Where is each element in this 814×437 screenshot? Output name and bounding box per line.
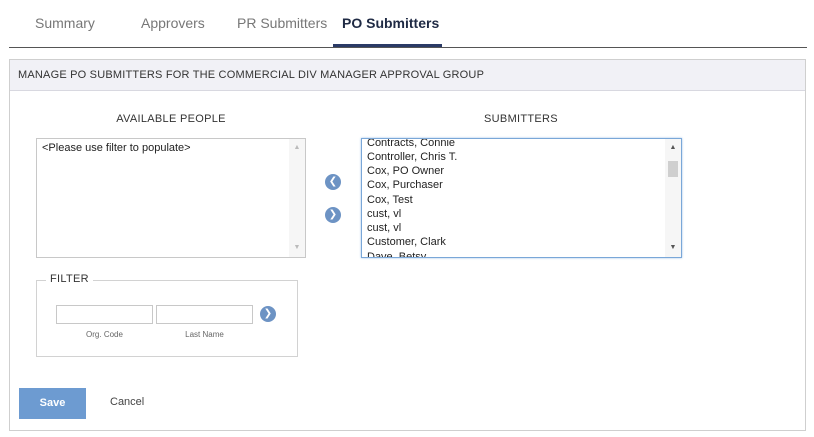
scroll-thumb[interactable] bbox=[668, 161, 678, 177]
filter-legend: FILTER bbox=[46, 273, 93, 285]
scroll-down-icon[interactable]: ▼ bbox=[289, 241, 305, 255]
submitters-scrollbar[interactable]: ▲ ▼ bbox=[665, 139, 681, 257]
available-scrollbar[interactable]: ▲ ▼ bbox=[289, 139, 305, 257]
cancel-link[interactable]: Cancel bbox=[110, 396, 144, 408]
tab-summary[interactable]: Summary bbox=[35, 12, 95, 34]
list-item[interactable]: cust, vl bbox=[367, 207, 401, 221]
submitters-title: SUBMITTERS bbox=[484, 113, 558, 125]
available-people-list[interactable]: <Please use filter to populate> ▲ ▼ bbox=[36, 138, 306, 258]
list-item[interactable]: Cox, Test bbox=[367, 193, 413, 207]
tab-po-submitters[interactable]: PO Submitters bbox=[342, 12, 439, 34]
list-item[interactable]: Cox, PO Owner bbox=[367, 164, 444, 178]
tab-approvers[interactable]: Approvers bbox=[141, 12, 205, 34]
scroll-up-icon[interactable]: ▲ bbox=[665, 141, 681, 155]
add-submitter-button[interactable]: ❯ bbox=[325, 207, 341, 223]
tab-bar: Summary Approvers PR Submitters PO Submi… bbox=[9, 0, 807, 48]
tab-pr-submitters[interactable]: PR Submitters bbox=[237, 12, 327, 34]
org-code-input[interactable] bbox=[56, 305, 153, 324]
list-item[interactable]: Contracts, Connie bbox=[367, 139, 455, 150]
filter-search-button[interactable]: ❯ bbox=[260, 306, 276, 322]
scroll-down-icon[interactable]: ▼ bbox=[665, 241, 681, 255]
last-name-input[interactable] bbox=[156, 305, 253, 324]
save-button[interactable]: Save bbox=[19, 388, 86, 419]
list-item[interactable]: Controller, Chris T. bbox=[367, 150, 457, 164]
scroll-up-icon[interactable]: ▲ bbox=[289, 141, 305, 155]
list-item[interactable]: Cox, Purchaser bbox=[367, 178, 443, 192]
submitters-list[interactable]: Contracts, Connie Controller, Chris T. C… bbox=[361, 138, 682, 258]
list-item[interactable]: <Please use filter to populate> bbox=[42, 141, 191, 155]
chevron-right-icon: ❯ bbox=[263, 308, 273, 319]
chevron-right-icon: ❯ bbox=[328, 209, 338, 220]
list-item[interactable]: Dave, Betsy bbox=[367, 250, 426, 257]
remove-submitter-button[interactable]: ❮ bbox=[325, 174, 341, 190]
panel-header: MANAGE PO SUBMITTERS FOR THE COMMERCIAL … bbox=[10, 60, 805, 91]
list-item[interactable]: Customer, Clark bbox=[367, 235, 446, 249]
tab-divider bbox=[9, 47, 807, 48]
org-code-caption: Org. Code bbox=[86, 330, 123, 339]
available-people-title: AVAILABLE PEOPLE bbox=[116, 113, 226, 125]
chevron-left-icon: ❮ bbox=[328, 176, 338, 187]
list-item[interactable]: cust, vl bbox=[367, 221, 401, 235]
last-name-caption: Last Name bbox=[185, 330, 224, 339]
